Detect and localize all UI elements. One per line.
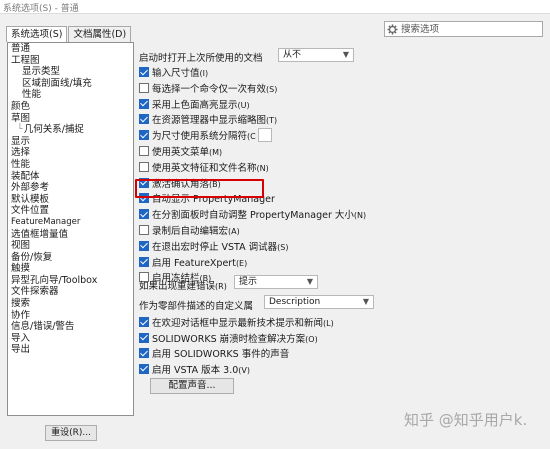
rebuild-error-value: 提示 xyxy=(239,277,258,287)
tree-item[interactable]: 外部参考 xyxy=(8,182,133,194)
checkbox-checked[interactable] xyxy=(139,240,149,251)
checkbox-checked[interactable] xyxy=(139,209,149,220)
tree-item[interactable]: 区域剖面线/填充 xyxy=(8,78,133,90)
chevron-down-icon: ▼ xyxy=(362,297,369,306)
tab-document-properties[interactable]: 文档属性(D) xyxy=(68,26,132,42)
custom-property-value: Description xyxy=(269,297,321,307)
checkbox-unchecked[interactable] xyxy=(139,146,149,156)
reset-button[interactable]: 重设(R)... xyxy=(45,425,97,441)
chevron-down-icon: ▼ xyxy=(306,277,313,286)
checkbox-row[interactable]: 在分割面板时自动调整 PropertyManager 大小(N) xyxy=(139,208,367,222)
checkbox-row[interactable]: 录制后自动编辑宏(A) xyxy=(139,224,240,237)
tree-item[interactable]: 工程图 xyxy=(8,55,133,67)
checkbox-unchecked[interactable] xyxy=(139,225,149,235)
checkbox-row[interactable]: 在资源管理器中显示缩略图(T) xyxy=(139,113,278,127)
watermark: 知乎 @知乎用户k. xyxy=(404,411,528,429)
checkbox-checked[interactable] xyxy=(139,363,149,374)
tree-item[interactable]: 显示 xyxy=(8,136,133,148)
highlight-frame xyxy=(135,179,264,198)
checkbox-label: 在资源管理器中显示缩略图(T) xyxy=(152,115,278,127)
checkbox-row[interactable]: 启用 FeatureXpert(E) xyxy=(139,256,248,269)
checkbox-row[interactable]: 在欢迎对话框中显示最新技术提示和新闻(L) xyxy=(139,316,334,329)
checkbox-checked[interactable] xyxy=(139,130,149,141)
checkbox-unchecked[interactable] xyxy=(139,82,149,93)
tree-item[interactable]: 导入 xyxy=(8,333,133,345)
checkbox-label: 使用英文菜单(M) xyxy=(152,147,223,158)
tree-item[interactable]: 异型孔向导/Toolbox xyxy=(8,275,133,287)
checkbox-row[interactable]: SOLIDWORKS 崩溃时检查解决方案(O) xyxy=(139,332,318,345)
tree-item[interactable]: FeatureManager xyxy=(8,217,133,229)
tree-item[interactable]: 文件位置 xyxy=(8,205,133,217)
checkbox-label: 启用 FeatureXpert(E) xyxy=(152,257,248,269)
chevron-down-icon: ▼ xyxy=(342,50,349,59)
checkbox-label: 录制后自动编辑宏(A) xyxy=(152,226,240,237)
tree-item[interactable]: 视图 xyxy=(8,240,133,252)
checkbox-row[interactable]: 采用上色面高亮显示(U) xyxy=(139,98,250,111)
tree-item[interactable]: 装配体 xyxy=(8,171,133,183)
tree-item[interactable]: 信息/错误/警告 xyxy=(8,321,133,333)
checkbox-row[interactable]: 输入尺寸值(I) xyxy=(139,66,209,79)
open-last-docs-label: 启动时打开上次所使用的文档 xyxy=(139,53,263,64)
tree-item[interactable]: 性能 xyxy=(8,159,133,171)
tree-item[interactable]: 触摸 xyxy=(8,263,133,275)
tree-item[interactable]: 默认模板 xyxy=(8,194,133,206)
search-input[interactable] xyxy=(399,22,534,36)
checkbox-label: 启用 VSTA 版本 3.0(V) xyxy=(152,364,250,376)
tab-system-options[interactable]: 系统选项(S) xyxy=(6,26,68,42)
tree-item[interactable]: 草图 xyxy=(8,113,133,125)
tree-item[interactable]: 选值框增量值 xyxy=(8,229,133,241)
tree-item[interactable]: 性能 xyxy=(8,89,133,101)
checkbox-checked[interactable] xyxy=(139,98,149,109)
checkbox-row[interactable]: 为尺寸使用系统分隔符(C xyxy=(139,128,272,143)
search-box[interactable] xyxy=(384,21,543,37)
checkbox-row[interactable]: 使用英文菜单(M) xyxy=(139,145,223,158)
configure-sounds-button[interactable]: 配置声音... xyxy=(150,378,234,394)
checkbox-label: 为尺寸使用系统分隔符(C xyxy=(152,131,256,143)
checkbox-row[interactable]: 使用英文特征和文件名称(N) xyxy=(139,161,269,174)
tree-item[interactable]: 几何关系/捕捉 xyxy=(8,124,133,136)
checkbox-checked[interactable] xyxy=(139,317,149,327)
checkbox-label: 每选择一个命令仅一次有效(S) xyxy=(152,83,278,95)
checkbox-checked[interactable] xyxy=(139,332,149,343)
checkbox-row[interactable]: 启用 SOLIDWORKS 事件的声音 xyxy=(139,347,290,360)
rebuild-error-label: 如果出现重建错误(R) xyxy=(139,281,227,292)
tree-item[interactable]: 普通 xyxy=(8,43,133,55)
checkbox-row[interactable]: 启用 VSTA 版本 3.0(V) xyxy=(139,363,250,376)
checkbox-label: 启用 SOLIDWORKS 事件的声音 xyxy=(152,349,290,360)
open-last-docs-value: 从不 xyxy=(283,50,302,60)
checkbox-label: 在分割面板时自动调整 PropertyManager 大小(N) xyxy=(152,210,367,222)
window-title: 系统选项(S) - 普通 xyxy=(0,0,550,14)
tree-item[interactable]: 导出 xyxy=(8,344,133,356)
checkbox-label: 输入尺寸值(I) xyxy=(152,68,209,79)
tree-item[interactable]: 显示类型 xyxy=(8,66,133,78)
checkbox-label: 使用英文特征和文件名称(N) xyxy=(152,162,269,174)
custom-property-label: 作为零部件描述的自定义属 xyxy=(139,301,254,312)
checkbox-label: 在退出宏时停止 VSTA 调试器(S) xyxy=(152,241,289,253)
custom-property-select[interactable]: Description ▼ xyxy=(264,295,374,309)
tree-item[interactable]: 文件探索器 xyxy=(8,286,133,298)
tree-item[interactable]: 备份/恢复 xyxy=(8,252,133,264)
checkbox-checked[interactable] xyxy=(139,256,149,267)
checkbox-label: 采用上色面高亮显示(U) xyxy=(152,99,250,111)
checkbox-checked[interactable] xyxy=(139,67,149,77)
checkbox-checked[interactable] xyxy=(139,114,149,125)
separator-input[interactable] xyxy=(257,128,272,143)
rebuild-error-select[interactable]: 提示 ▼ xyxy=(234,275,318,289)
checkbox-unchecked[interactable] xyxy=(139,161,149,172)
gear-icon xyxy=(385,22,399,36)
checkbox-row[interactable]: 每选择一个命令仅一次有效(S) xyxy=(139,82,278,95)
tab-bar: 系统选项(S) 文档属性(D) xyxy=(6,26,132,42)
options-tree: 普通工程图显示类型区域剖面线/填充性能颜色草图几何关系/捕捉显示选择性能装配体外… xyxy=(7,42,134,416)
checkbox-label: 在欢迎对话框中显示最新技术提示和新闻(L) xyxy=(152,318,334,329)
checkbox-checked[interactable] xyxy=(139,348,149,358)
tree-item[interactable]: 协作 xyxy=(8,310,133,322)
checkbox-label: SOLIDWORKS 崩溃时检查解决方案(O) xyxy=(152,333,318,345)
checkbox-row[interactable]: 在退出宏时停止 VSTA 调试器(S) xyxy=(139,240,289,253)
tree-item[interactable]: 选择 xyxy=(8,147,133,159)
tree-item[interactable]: 颜色 xyxy=(8,101,133,113)
open-last-docs-select[interactable]: 从不 ▼ xyxy=(278,48,354,62)
tree-item[interactable]: 搜索 xyxy=(8,298,133,310)
